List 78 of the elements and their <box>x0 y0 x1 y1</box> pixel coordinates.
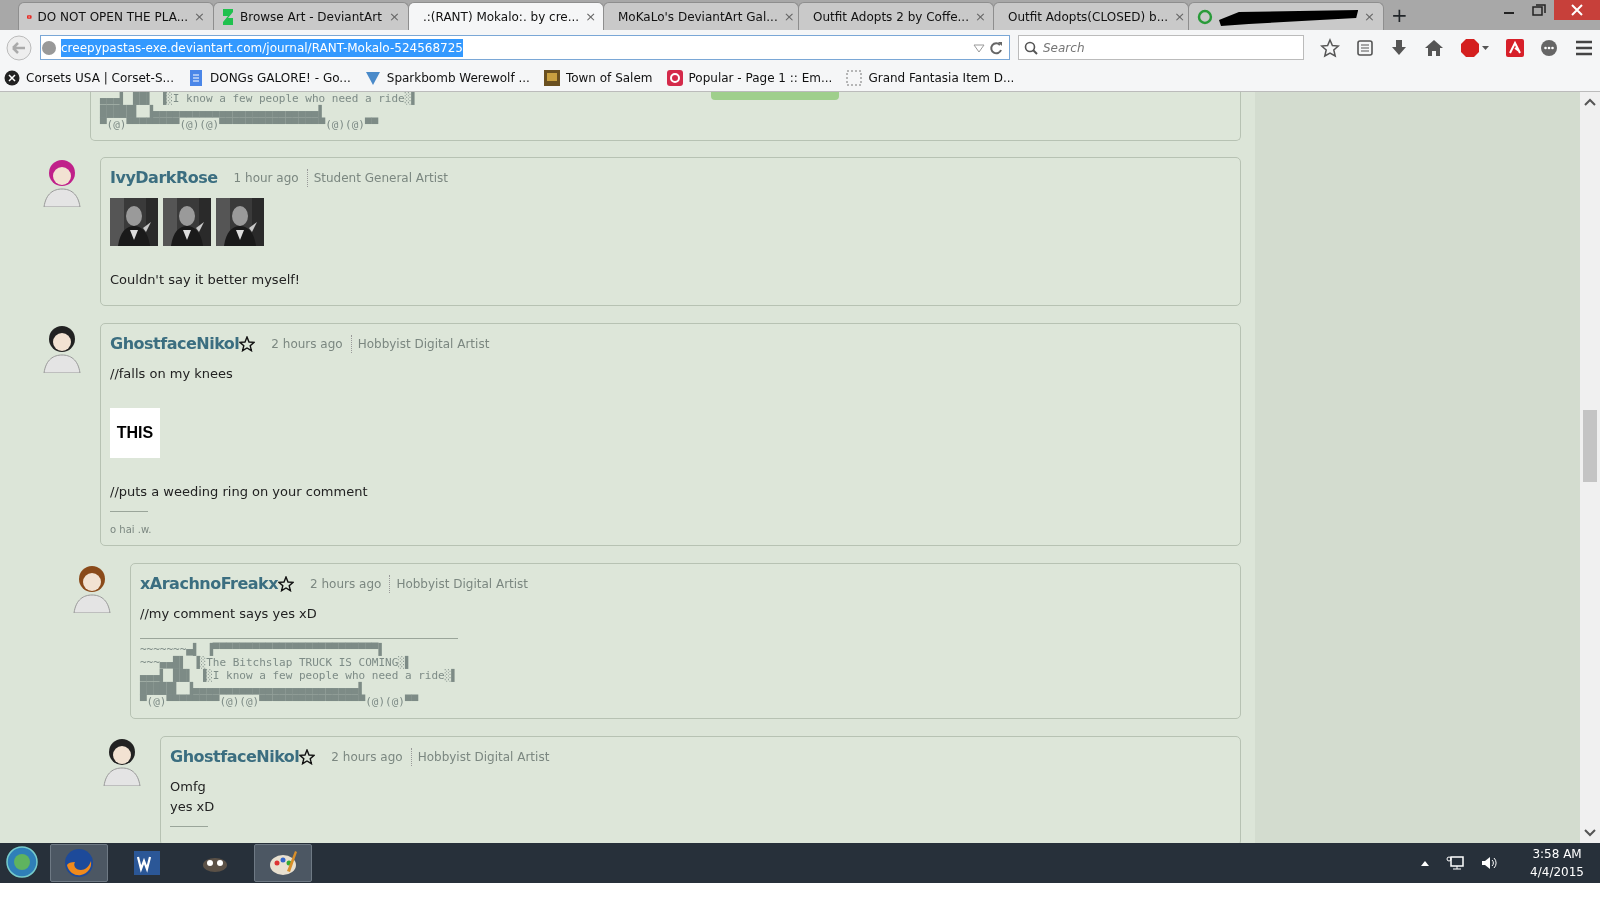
close-button[interactable]: × <box>975 6 986 27</box>
bookmark-icon <box>187 70 204 86</box>
ascii-art: ~~~~~~~▄▌ ▐▀▀▀▀▀▀▀▀▀▀▀▀▀▀▀▀▀▀▀▀▀▀▀▀▀▌ ~~~▄▄█▌ ▐░The Bitchslap TRUCK IS COMING░▌ ▄▄▄▌ ██▌ ▐░I know a few people who need a ride░▌ █████▌ ▐▄▄▄▄▄▄▄▄▄▄▄▄▄▄▄▄▄▄▄▄▄▄▄▄▄▌ ▀(@)▀▀▀▀▀▀▀▀(@)(@)▀▀▀▀▀▀▀▀▀▀▀▀▀▀▀▀(@)(@)▀▀ <box>140 642 458 708</box>
comment-text: //puts a weeding ring on your comment <box>110 482 369 501</box>
deviantart-icon <box>222 8 234 25</box>
close-button[interactable]: × <box>1174 6 1186 27</box>
comment-text: //my comment says yes xD <box>140 605 318 623</box>
loading-icon <box>1197 8 1213 25</box>
reading-list-icon[interactable] <box>1356 38 1374 57</box>
username-link[interactable]: GhostfaceNikol <box>170 745 300 769</box>
comment-text: //falls on my knees <box>110 365 234 383</box>
timestamp: 2 hours ago <box>271 336 343 353</box>
bookmark-link[interactable]: DONGs GALORE! - Go... <box>187 69 351 87</box>
clock-time[interactable]: 3:58 AM <box>1530 845 1584 863</box>
browser-tab[interactable]: DO NOT OPEN THE PLA... × <box>18 2 214 30</box>
image-text: THIS <box>110 407 160 458</box>
close-button[interactable]: × <box>194 6 205 27</box>
close-button[interactable]: × <box>389 6 400 27</box>
firefox-icon <box>63 847 95 879</box>
scroll-up-icon[interactable] <box>1584 98 1596 106</box>
bookmark-link[interactable]: Corsets USA | Corset-S... <box>4 69 174 87</box>
user-rank: Hobbyist Digital Artist <box>410 748 550 766</box>
new-tab-button[interactable]: + <box>1391 0 1408 30</box>
scroll-down-icon[interactable] <box>1584 829 1596 837</box>
search-field[interactable]: Search <box>1018 35 1304 61</box>
start-button[interactable] <box>6 846 40 880</box>
comment-text: Couldn't say it better myself! <box>110 270 302 289</box>
username-link[interactable]: GhostfaceNikol <box>110 332 240 356</box>
search-icon <box>1024 40 1038 55</box>
close-button[interactable]: × <box>585 6 597 27</box>
browser-tab[interactable]: Outfit Adopts 2 by Coffe... × <box>798 2 994 30</box>
avatar-figure <box>70 563 114 613</box>
username-link[interactable]: xArachnoFreakx <box>140 572 279 596</box>
menu-icon[interactable] <box>1574 38 1594 57</box>
browser-tab[interactable]: Browse Art - DeviantArt × <box>213 2 409 30</box>
username-link[interactable]: IvyDarkRose <box>110 165 218 190</box>
bookmark-link[interactable]: Town of Salem <box>543 69 653 87</box>
dropdown-icon[interactable] <box>973 42 985 53</box>
caret-icon[interactable] <box>1420 859 1431 867</box>
comment-text: Omfg yes xD <box>170 778 216 816</box>
avatar-figure <box>100 736 144 786</box>
bookmark-icon <box>4 70 20 86</box>
timestamp: 2 hours ago <box>331 749 403 766</box>
timestamp: 1 hour ago <box>233 169 299 187</box>
close-button[interactable]: × <box>1364 6 1375 27</box>
user-rank: Hobbyist Digital Artist <box>350 335 490 353</box>
network-icon[interactable] <box>1446 855 1465 871</box>
signature-text: o hai .w. <box>110 523 153 537</box>
clock-date[interactable]: 4/4/2015 <box>1530 863 1584 881</box>
ascii-art: ▄▄▄▌ ██▌ ▐░I know a few people who need a ride░▌ █████▌ ▐▄▄▄▄▄▄▄▄▄▄▄▄▄▄▄▄▄▄▄▄▄▄▄▄▄▌ ▀(@)▀▀▀▀▀▀▀▀(@)(@)▀▀▀▀▀▀▀▀▀▀▀▀▀▀▀▀(@)(@)▀▀ <box>100 92 418 131</box>
close-icon[interactable] <box>1554 0 1600 20</box>
bookmark-link[interactable]: Sparkbomb Werewolf ... <box>364 69 530 87</box>
download-icon[interactable] <box>1390 38 1408 57</box>
bookmark-link[interactable]: Grand Fantasia Item D... <box>846 69 1015 87</box>
bookmark-icon <box>666 70 683 86</box>
star-icon[interactable] <box>1320 37 1340 58</box>
timestamp: 2 hours ago <box>310 576 382 593</box>
avatar-figure <box>40 323 84 373</box>
scrollbar-thumb[interactable] <box>1583 410 1597 482</box>
reload-icon[interactable] <box>989 40 1003 55</box>
browser-tab[interactable]: MoKaLo's DeviantArt Gal... × <box>603 2 799 30</box>
antivirus-icon[interactable] <box>1506 38 1524 57</box>
browser-tab[interactable]: × <box>1188 2 1384 30</box>
taskbar-button[interactable] <box>254 844 312 882</box>
bookmark-link[interactable]: Popular - Page 1 :: Em... <box>666 69 833 87</box>
globe-icon <box>41 39 57 56</box>
close-button[interactable]: × <box>783 6 795 27</box>
home-icon[interactable] <box>1424 38 1444 57</box>
browser-tab[interactable]: Outfit Adopts(CLOSED) b... × <box>993 2 1189 30</box>
user-rank: Hobbyist Digital Artist <box>389 575 529 593</box>
chat-icon[interactable] <box>1540 38 1558 57</box>
user-rank: Student General Artist <box>306 168 448 187</box>
bookmark-icon <box>846 70 863 86</box>
volume-icon[interactable] <box>1480 855 1499 871</box>
adblock-icon[interactable] <box>1460 37 1490 58</box>
browser-tab[interactable]: .:(RANT) Mokalo:. by cre... × <box>408 2 604 30</box>
bookmark-icon <box>364 70 381 86</box>
bookmark-icon <box>543 70 560 86</box>
